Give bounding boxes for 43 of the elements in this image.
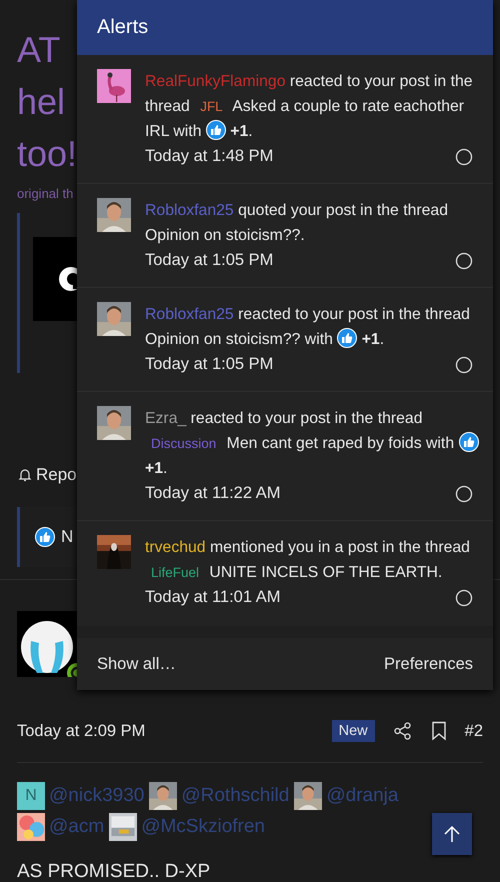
reaction-text: N	[61, 527, 74, 547]
thread-title-text: hel	[17, 80, 66, 124]
thumbs-up-icon	[337, 328, 358, 348]
username-link[interactable]: Ezra_	[145, 410, 186, 427]
bookmark-icon[interactable]	[430, 721, 447, 741]
scroll-to-top-button[interactable]	[432, 813, 472, 855]
post-time: Today at 2:09 PM	[17, 722, 146, 740]
alert-time: Today at 11:22 AM	[145, 483, 280, 504]
source-text: original th	[17, 186, 74, 201]
alert-time: Today at 1:05 PM	[145, 354, 274, 375]
thread-prefix: Discussion	[151, 436, 216, 451]
post-text: AS PROMISED.. D-XP	[17, 861, 212, 882]
mark-read-toggle[interactable]	[455, 484, 473, 502]
share-icon[interactable]	[392, 721, 413, 741]
alert-message[interactable]: trvechud mentioned you in a post in the thread LifeFuel UNITE INCELS OF THE EARTH.	[145, 535, 481, 585]
thread-prefix: LifeFuel	[151, 565, 200, 580]
bell-icon	[17, 467, 33, 483]
thumbs-up-icon	[206, 120, 226, 140]
alert-message[interactable]: Ezra_ reacted to your post in the thread Discussion Men cant get raped by foids with +1.	[145, 406, 481, 481]
alert-message[interactable]: Robloxfan25 quoted your post in the thread Opinion on stoicism??.	[145, 198, 481, 248]
mark-read-toggle[interactable]	[455, 356, 473, 374]
arrow-up-icon	[442, 824, 462, 844]
thread-title-text: AT	[17, 28, 60, 72]
alert-time: Today at 1:05 PM	[145, 250, 274, 271]
thumbs-up-icon	[458, 432, 478, 452]
username-link[interactable]: trvechud	[145, 539, 206, 556]
thread-title-text: too!	[17, 132, 78, 176]
mark-read-toggle[interactable]	[455, 252, 473, 270]
menu-title: Alerts	[97, 16, 148, 39]
alert-time: Today at 11:01 AM	[145, 587, 280, 608]
mark-read-toggle[interactable]	[455, 148, 473, 166]
post-number[interactable]: #2	[464, 722, 483, 740]
thread-prefix: JFL	[200, 99, 223, 114]
alert-message[interactable]: Robloxfan25 reacted to your post in the thread Opinion on stoicism?? with +1.	[145, 302, 481, 352]
alert-message[interactable]: RealFunkyFlamingo reacted to your post in the thread JFL Asked a couple to rate eachother IRL with +1.	[145, 69, 481, 144]
alert-time: Today at 1:48 PM	[145, 146, 274, 167]
report-link[interactable]: Repo	[36, 465, 77, 485]
thumbs-up-icon	[35, 527, 55, 547]
preferences-link[interactable]: Preferences	[384, 654, 473, 674]
mark-read-toggle[interactable]	[455, 588, 473, 606]
new-badge: New	[332, 720, 375, 742]
show-all-link[interactable]: Show all…	[97, 654, 176, 674]
avatar-initial: N	[17, 782, 45, 810]
